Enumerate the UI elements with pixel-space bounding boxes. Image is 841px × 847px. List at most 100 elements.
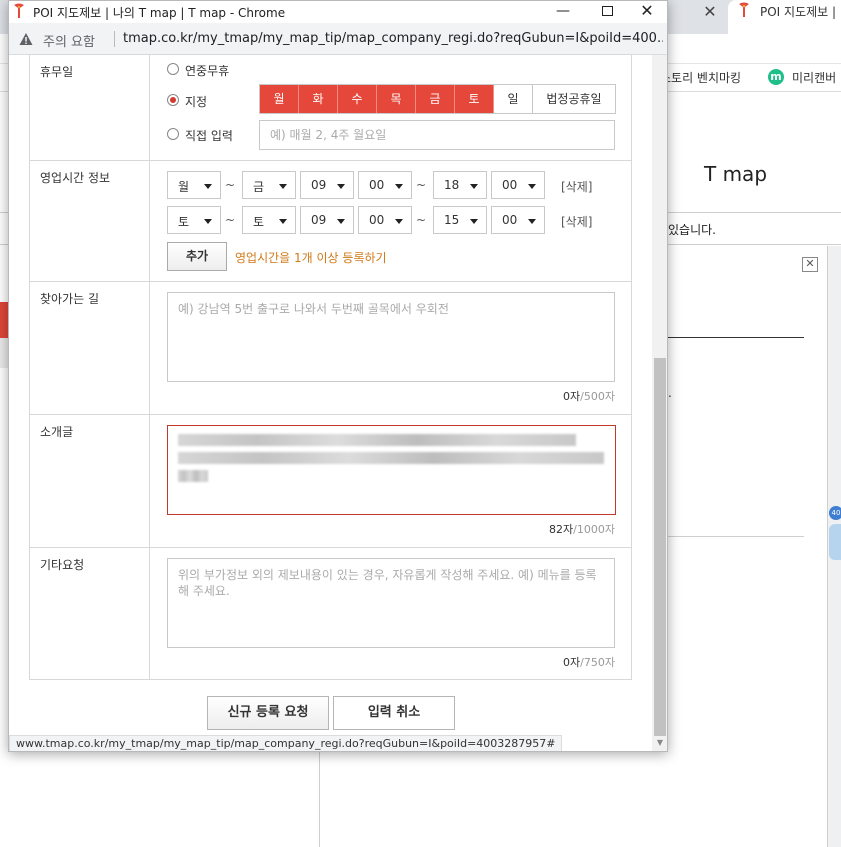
maximize-icon[interactable] (585, 1, 629, 23)
introduction-char-counter: 82자/1000자 (549, 521, 615, 537)
dropdown-arrow-icon (395, 184, 403, 189)
day-toggle-wed[interactable]: 수 (338, 85, 377, 113)
char-count: 0자 (563, 656, 581, 669)
tmap-logo-icon (739, 2, 749, 17)
select-value: 09 (311, 178, 327, 192)
window-title: POI 지도제보 | 나의 T map | T map - Chrome (33, 6, 286, 20)
submit-request-button[interactable]: 신규 등록 요청 (207, 696, 329, 730)
introduction-textarea[interactable] (167, 425, 616, 515)
char-max: /1000자 (573, 523, 615, 536)
range-tilde: ~ (225, 213, 236, 227)
weekday-selector: 월 화 수 목 금 토 일 법정공휴일 (259, 84, 616, 114)
panel-close-icon[interactable]: ✕ (802, 257, 818, 272)
close-minute-select[interactable]: 00 (491, 171, 545, 199)
vertical-scrollbar[interactable]: ▼ (652, 55, 667, 751)
status-bar-url: www.tmap.co.kr/my_tmap/my_map_tip/map_co… (9, 735, 563, 751)
address-bar[interactable]: 주의 요함 tmap.co.kr/my_tmap/my_map_tip/map_… (9, 23, 667, 55)
blurred-introduction-text (178, 434, 604, 484)
scrollbar-thumb[interactable] (654, 358, 666, 736)
dropdown-arrow-icon (395, 219, 403, 224)
day-toggle-thu[interactable]: 목 (377, 85, 416, 113)
day-from-select[interactable]: 월 (167, 171, 221, 199)
select-value: 월 (178, 180, 190, 194)
dropdown-arrow-icon (204, 184, 212, 189)
row-body: 82자/1000자 (151, 415, 631, 547)
form-actions: 신규 등록 요청 입력 취소 (9, 696, 652, 730)
dropdown-arrow-icon (470, 219, 478, 224)
cancel-input-button[interactable]: 입력 취소 (333, 696, 455, 730)
bookmark-miricanvas-icon: m (768, 69, 784, 85)
background-red-strip (0, 302, 8, 338)
open-hour-select[interactable]: 09 (300, 171, 354, 199)
delete-hours-link[interactable]: [삭제] (561, 213, 592, 230)
dropdown-arrow-icon (337, 219, 345, 224)
select-value: 00 (502, 178, 518, 192)
select-value: 토 (253, 215, 265, 229)
day-toggle-mon[interactable]: 월 (260, 85, 299, 113)
warning-icon (19, 33, 33, 45)
select-value: 15 (444, 213, 460, 227)
radio-label: 지정 (185, 95, 208, 109)
dropdown-arrow-icon (279, 219, 287, 224)
radio-label: 연중무휴 (185, 64, 230, 78)
select-value: 00 (502, 213, 518, 227)
tmap-logo-icon (14, 3, 24, 18)
day-from-select[interactable]: 토 (167, 206, 221, 234)
row-business-hours: 영업시간 정보 월 ~ 금 09 00 ~ 18 00 [삭제] 토 ~ 토 0… (30, 160, 631, 281)
select-value: 토 (178, 215, 190, 229)
bookmark-storybench[interactable]: 스토리 벤치마킹 (660, 69, 741, 86)
select-value: 09 (311, 213, 327, 227)
close-hour-select[interactable]: 15 (433, 206, 487, 234)
day-toggle-public-holiday[interactable]: 법정공휴일 (533, 85, 615, 113)
background-tab-close-icon[interactable]: ✕ (700, 2, 720, 22)
other-requests-textarea[interactable]: 위의 부가정보 외의 제보내용이 있는 경우, 자유롭게 작성해 주세요. 예)… (167, 558, 615, 648)
dropdown-arrow-icon (337, 184, 345, 189)
scroll-down-arrow-icon[interactable]: ▼ (655, 738, 665, 748)
char-count: 0자 (563, 390, 581, 403)
select-value: 00 (369, 213, 385, 227)
row-body: 연중무휴 지정 월 화 수 목 금 토 일 법정공휴일 직접 입력 예) 매월 … (151, 55, 631, 160)
radio-button[interactable] (167, 63, 179, 75)
row-label: 소개글 (30, 415, 150, 547)
row-label: 찾아가는 길 (30, 282, 150, 414)
day-to-select[interactable]: 토 (242, 206, 296, 234)
directions-char-counter: 0자/500자 (563, 388, 615, 404)
background-tab-title: POI 지도제보 | (760, 5, 837, 19)
url-text[interactable]: tmap.co.kr/my_tmap/my_map_tip/map_compan… (123, 31, 663, 46)
divider (668, 337, 804, 338)
delete-hours-link[interactable]: [삭제] (561, 178, 592, 195)
row-label: 영업시간 정보 (30, 161, 150, 281)
divider (319, 750, 320, 847)
day-toggle-tue[interactable]: 화 (299, 85, 338, 113)
open-minute-select[interactable]: 00 (358, 171, 412, 199)
divider (114, 31, 115, 47)
dropdown-arrow-icon (279, 184, 287, 189)
add-hours-button[interactable]: 추가 (167, 242, 227, 271)
day-toggle-fri[interactable]: 금 (416, 85, 455, 113)
background-gray-strip (0, 338, 8, 368)
hours-hint: 영업시간을 1개 이상 등록하기 (235, 251, 387, 265)
day-toggle-sun[interactable]: 일 (494, 85, 533, 113)
directions-textarea[interactable]: 예) 강남역 5번 출구로 나와서 두번째 골목에서 우회전 (167, 292, 615, 382)
popup-window: POI 지도제보 | 나의 T map | T map - Chrome — ✕… (8, 0, 668, 752)
range-tilde: ~ (416, 178, 427, 192)
background-page-heading: T map (704, 162, 768, 186)
radio-button-checked[interactable] (167, 94, 179, 106)
day-to-select[interactable]: 금 (242, 171, 296, 199)
char-count: 82자 (549, 523, 574, 536)
minimize-icon[interactable]: — (541, 1, 585, 23)
radio-button[interactable] (167, 128, 179, 140)
holiday-direct-input[interactable]: 예) 매월 2, 4주 월요일 (259, 120, 615, 150)
background-tab[interactable]: POI 지도제보 | (728, 0, 841, 34)
close-minute-select[interactable]: 00 (491, 206, 545, 234)
bookmark-miricanvas[interactable]: 미리캔버 (792, 69, 836, 86)
close-hour-select[interactable]: 18 (433, 171, 487, 199)
dropdown-arrow-icon (470, 184, 478, 189)
close-icon[interactable]: ✕ (625, 1, 667, 23)
dropdown-arrow-icon (528, 219, 536, 224)
day-toggle-sat[interactable]: 토 (455, 85, 494, 113)
security-warning-label[interactable]: 주의 요함 (43, 31, 95, 50)
window-titlebar[interactable]: POI 지도제보 | 나의 T map | T map - Chrome — ✕ (9, 1, 667, 23)
open-hour-select[interactable]: 09 (300, 206, 354, 234)
open-minute-select[interactable]: 00 (358, 206, 412, 234)
